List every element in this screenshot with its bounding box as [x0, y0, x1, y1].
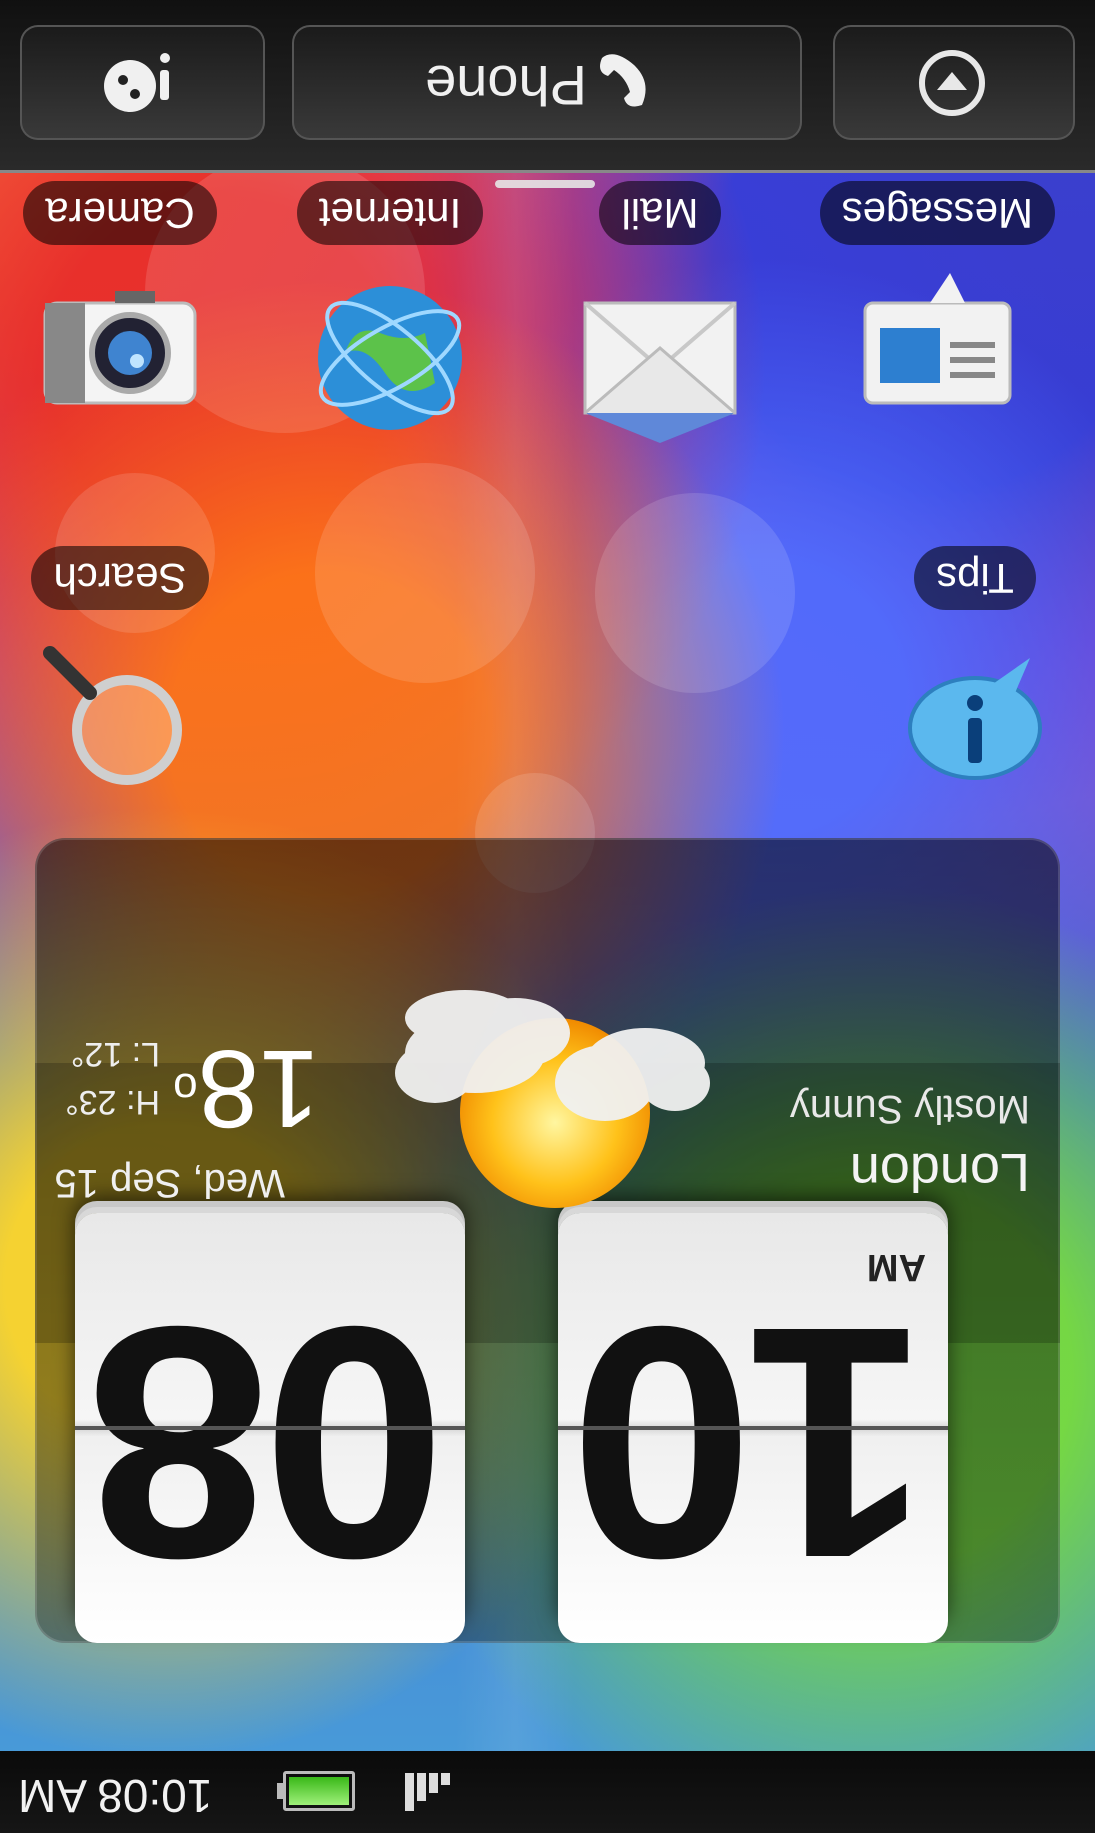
app-camera[interactable]: Camera	[5, 181, 235, 443]
weather-temperature: 18o	[173, 1027, 320, 1150]
degree-symbol: o	[173, 1064, 198, 1113]
clock-ampm: AM	[866, 1246, 926, 1288]
status-time: 10:08 AM	[18, 1770, 213, 1822]
personalize-icon	[104, 53, 170, 112]
wallpaper-bokeh	[595, 493, 795, 693]
app-label-search: Search	[31, 546, 209, 610]
launcher-handle[interactable]	[495, 180, 595, 188]
app-label-internet: Internet	[296, 181, 484, 245]
camera-icon	[35, 273, 205, 443]
app-internet[interactable]: Internet	[275, 181, 505, 443]
personalize-button[interactable]	[20, 25, 265, 140]
messages-icon	[855, 273, 1025, 443]
all-apps-arrow-icon	[919, 50, 985, 116]
flip-clock-hour: 10 AM	[558, 1213, 948, 1643]
all-apps-button[interactable]	[833, 25, 1075, 140]
flip-clock-minute: 08	[75, 1213, 465, 1643]
app-mail[interactable]: Mail	[545, 181, 775, 443]
flip-divider	[75, 1426, 465, 1430]
weather-city: London	[849, 1142, 1030, 1202]
battery-icon	[283, 1771, 355, 1811]
partly-sunny-icon	[395, 990, 710, 1208]
mail-icon	[575, 273, 745, 443]
app-label-camera: Camera	[23, 181, 217, 245]
phone-label: Phone	[425, 54, 587, 117]
phone-button[interactable]: Phone	[292, 25, 802, 140]
phone-icon	[600, 54, 646, 107]
app-search[interactable]: Search	[5, 546, 235, 808]
signal-icon	[395, 1773, 450, 1813]
app-label-tips: Tips	[914, 546, 1036, 610]
app-tips[interactable]: Tips	[860, 546, 1090, 808]
weather-condition: Mostly Sunny	[789, 1087, 1030, 1131]
temperature-value: 18	[197, 1027, 320, 1150]
status-bar: 10:08 AM	[0, 1751, 1095, 1833]
globe-icon	[305, 273, 475, 443]
flip-divider	[558, 1426, 948, 1430]
clock-hour: 10	[577, 1259, 929, 1628]
search-icon	[35, 638, 205, 808]
bottom-dock: Phone	[0, 0, 1095, 173]
app-label-mail: Mail	[599, 181, 721, 245]
weather-high: H: 23°	[65, 1083, 160, 1121]
weather-low: L: 12°	[70, 1035, 160, 1073]
home-screen: 10:08 AM 10 AM 08 London Mostly Sunny We…	[0, 0, 1095, 1833]
battery-level	[289, 1777, 349, 1805]
app-label-messages: Messages	[819, 181, 1055, 245]
clock-minute: 08	[94, 1259, 446, 1628]
app-messages[interactable]: Messages	[819, 181, 1055, 443]
weather-date: Wed, Sep 15	[54, 1161, 285, 1205]
tips-icon	[890, 638, 1060, 808]
